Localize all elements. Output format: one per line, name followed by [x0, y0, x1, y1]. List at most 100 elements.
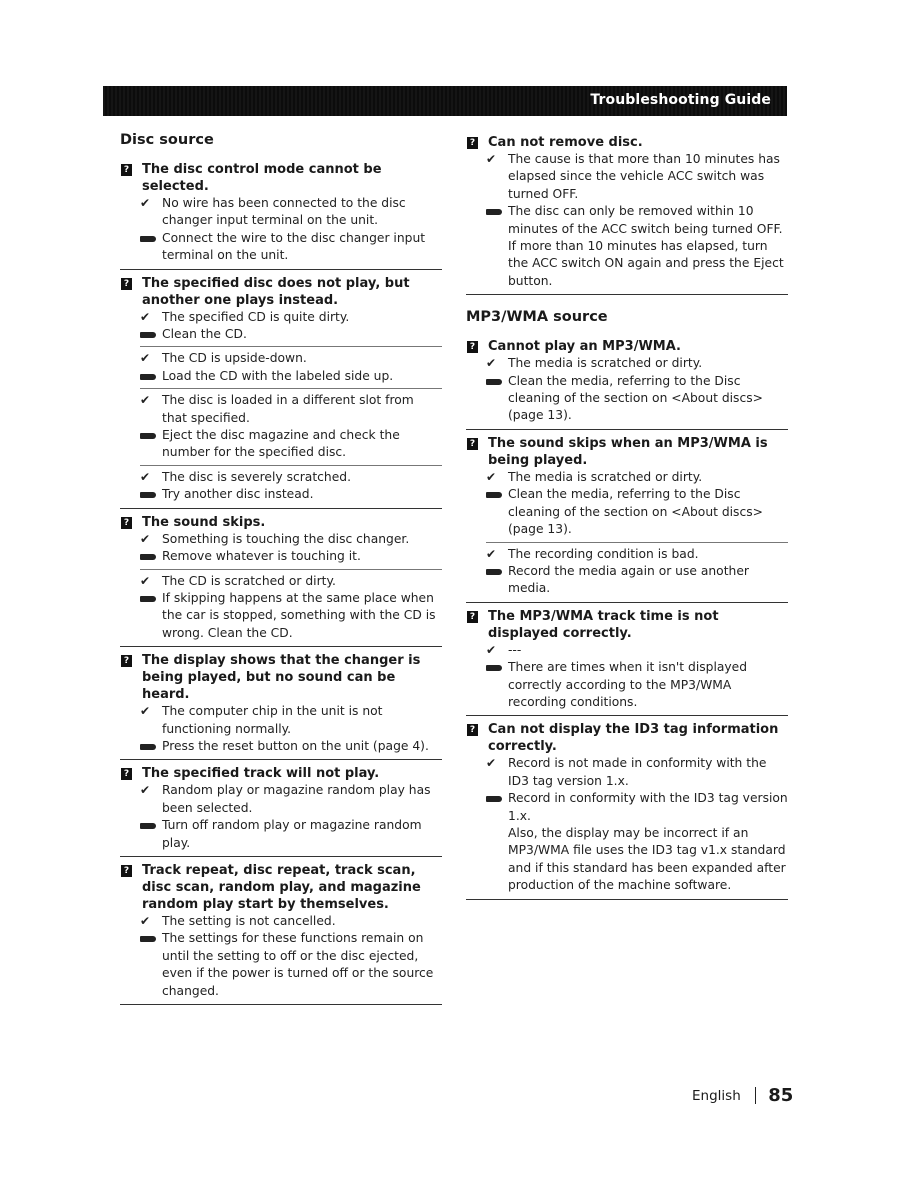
fix-row: Record the media again or use another me…: [466, 563, 788, 598]
check-icon: ✔: [140, 913, 151, 928]
check-icon: ✔: [140, 469, 151, 484]
right-column: ? Can not remove disc. ✔ The cause is that …: [466, 130, 788, 905]
pointing-hand-icon: [486, 209, 502, 216]
fix-row: Try another disc instead.: [120, 486, 442, 503]
question-text: The disc control mode cannot be selected…: [142, 162, 382, 194]
problem-divider: [120, 1004, 442, 1005]
cause-text: The computer chip in the unit is not fun…: [162, 704, 383, 736]
pointing-hand-icon: [486, 492, 502, 499]
question-icon: ?: [467, 437, 478, 450]
fix-text: Eject the disc magazine and check the nu…: [162, 428, 400, 460]
check-icon: ✔: [140, 351, 151, 366]
problem-divider: [466, 428, 788, 430]
cause-row: ✔ The media is scratched or dirty.: [466, 469, 788, 486]
cause-row: ✔ ---: [466, 642, 788, 659]
pointing-hand-icon: [140, 373, 156, 380]
question-icon: ?: [121, 864, 132, 877]
pointing-hand-icon: [140, 554, 156, 561]
cause-row: ✔ The disc is severely scratched.: [120, 469, 442, 486]
problem-question: ? The specified track will not play.: [120, 765, 442, 782]
question-text: Can not display the ID3 tag information …: [488, 722, 779, 755]
note-text: Also, the display may be incorrect if an…: [508, 825, 786, 893]
fix-row: Turn off random play or magazine random …: [120, 817, 442, 852]
question-icon: ?: [467, 610, 478, 623]
cause-row: ✔ The CD is upside-down.: [120, 350, 442, 367]
question-icon: ?: [121, 164, 132, 176]
cause-row: ✔ The specified CD is quite dirty.: [120, 309, 442, 326]
problem-question: ? The specified disc does not play, but a…: [120, 275, 442, 309]
cause-text: The disc is loaded in a different slot f…: [162, 393, 414, 425]
fix-row: Connect the wire to the disc changer inp…: [120, 230, 442, 265]
fix-text: Connect the wire to the disc changer inp…: [162, 230, 426, 263]
pointing-hand-icon: [140, 235, 156, 242]
cause-row: ✔ The CD is scratched or dirty.: [120, 573, 442, 590]
problem-divider: [466, 715, 788, 717]
problem-list-top: ? Can not remove disc. ✔ The cause is that …: [466, 134, 788, 296]
problem-list: ? Cannot play an MP3/WMA. ✔ The media is sc…: [466, 338, 788, 900]
question-icon: ?: [467, 137, 478, 149]
check-icon: ✔: [486, 152, 497, 166]
question-text: The display shows that the changer is be…: [142, 653, 421, 703]
pointing-hand-icon: [140, 823, 156, 830]
cause-text: The media is scratched or dirty.: [508, 469, 703, 484]
check-icon: ✔: [486, 546, 497, 561]
cause-row: ✔ Record is not made in conformity with t…: [466, 755, 788, 790]
check-icon: ✔: [140, 309, 151, 324]
fix-row: Clean the CD.: [120, 326, 442, 343]
header-bar: Troubleshooting Guide: [103, 86, 787, 116]
check-icon: ✔: [140, 573, 151, 588]
question-text: The specified disc does not play, but an…: [142, 275, 410, 308]
problem-question: ? Track repeat, disc repeat, track scan, …: [120, 862, 442, 913]
fix-row: Load the CD with the labeled side up.: [120, 368, 442, 385]
cause-row: ✔ The media is scratched or dirty.: [466, 355, 788, 372]
pointing-hand-icon: [486, 796, 502, 803]
question-text: Cannot play an MP3/WMA.: [488, 339, 681, 355]
fix-row: Record in conformity with the ID3 tag ve…: [466, 790, 788, 825]
cause-text: The setting is not cancelled.: [162, 913, 336, 928]
question-text: The MP3/WMA track time is not displayed …: [488, 608, 719, 641]
footer-divider: [754, 1087, 757, 1104]
page-footer: English 85: [692, 1085, 793, 1106]
cause-text: The CD is scratched or dirty.: [162, 573, 336, 588]
check-icon: ✔: [486, 642, 497, 657]
cause-row: ✔ The recording condition is bad.: [466, 546, 788, 563]
fix-text: Press the reset button on the unit (page…: [162, 738, 429, 753]
cause-text: The disc is severely scratched.: [162, 469, 351, 484]
check-icon: ✔: [486, 469, 497, 484]
check-icon: ✔: [140, 393, 151, 408]
header-title: Troubleshooting Guide: [590, 92, 771, 108]
group-divider: [140, 346, 442, 348]
fix-row: Clean the media, referring to the Disc c…: [466, 486, 788, 538]
fix-row: The disc can only be removed within 10 m…: [466, 203, 788, 290]
footer-language: English: [692, 1087, 741, 1104]
question-icon: ?: [121, 768, 132, 781]
pointing-hand-icon: [486, 568, 502, 575]
check-icon: ✔: [486, 356, 497, 371]
problem-list: ? The disc control mode cannot be selecte…: [120, 161, 442, 1005]
problem-divider: [466, 898, 788, 900]
cause-text: The specified CD is quite dirty.: [162, 309, 350, 324]
cause-text: Record is not made in conformity with th…: [508, 756, 767, 788]
fix-text: Remove whatever is touching it.: [162, 549, 361, 564]
fix-text: There are times when it isn't displayed …: [508, 660, 748, 709]
cause-row: ✔ The setting is not cancelled.: [120, 913, 442, 930]
fix-text: Try another disc instead.: [162, 487, 314, 502]
question-icon: ?: [121, 516, 132, 529]
cause-text: The media is scratched or dirty.: [508, 356, 703, 371]
problem-divider: [466, 601, 788, 603]
check-icon: ✔: [140, 531, 151, 546]
problem-divider: [120, 855, 442, 857]
question-icon: ?: [467, 341, 478, 354]
fix-row: Clean the media, referring to the Disc c…: [466, 373, 788, 425]
page-number: 85: [768, 1085, 794, 1106]
fix-text: Clean the media, referring to the Disc c…: [508, 487, 763, 537]
problem-divider: [120, 646, 442, 648]
problem-divider: [120, 759, 442, 761]
check-icon: ✔: [140, 704, 151, 719]
fix-text: The disc can only be removed within 10 m…: [508, 204, 784, 288]
fix-text: If skipping happens at the same place wh…: [162, 590, 436, 640]
section-title-disc-source: Disc source: [120, 132, 214, 148]
problem-question: ? The sound skips.: [120, 514, 442, 531]
cause-text: Random play or magazine random play has …: [162, 783, 431, 815]
fix-text: Clean the CD.: [162, 327, 247, 342]
